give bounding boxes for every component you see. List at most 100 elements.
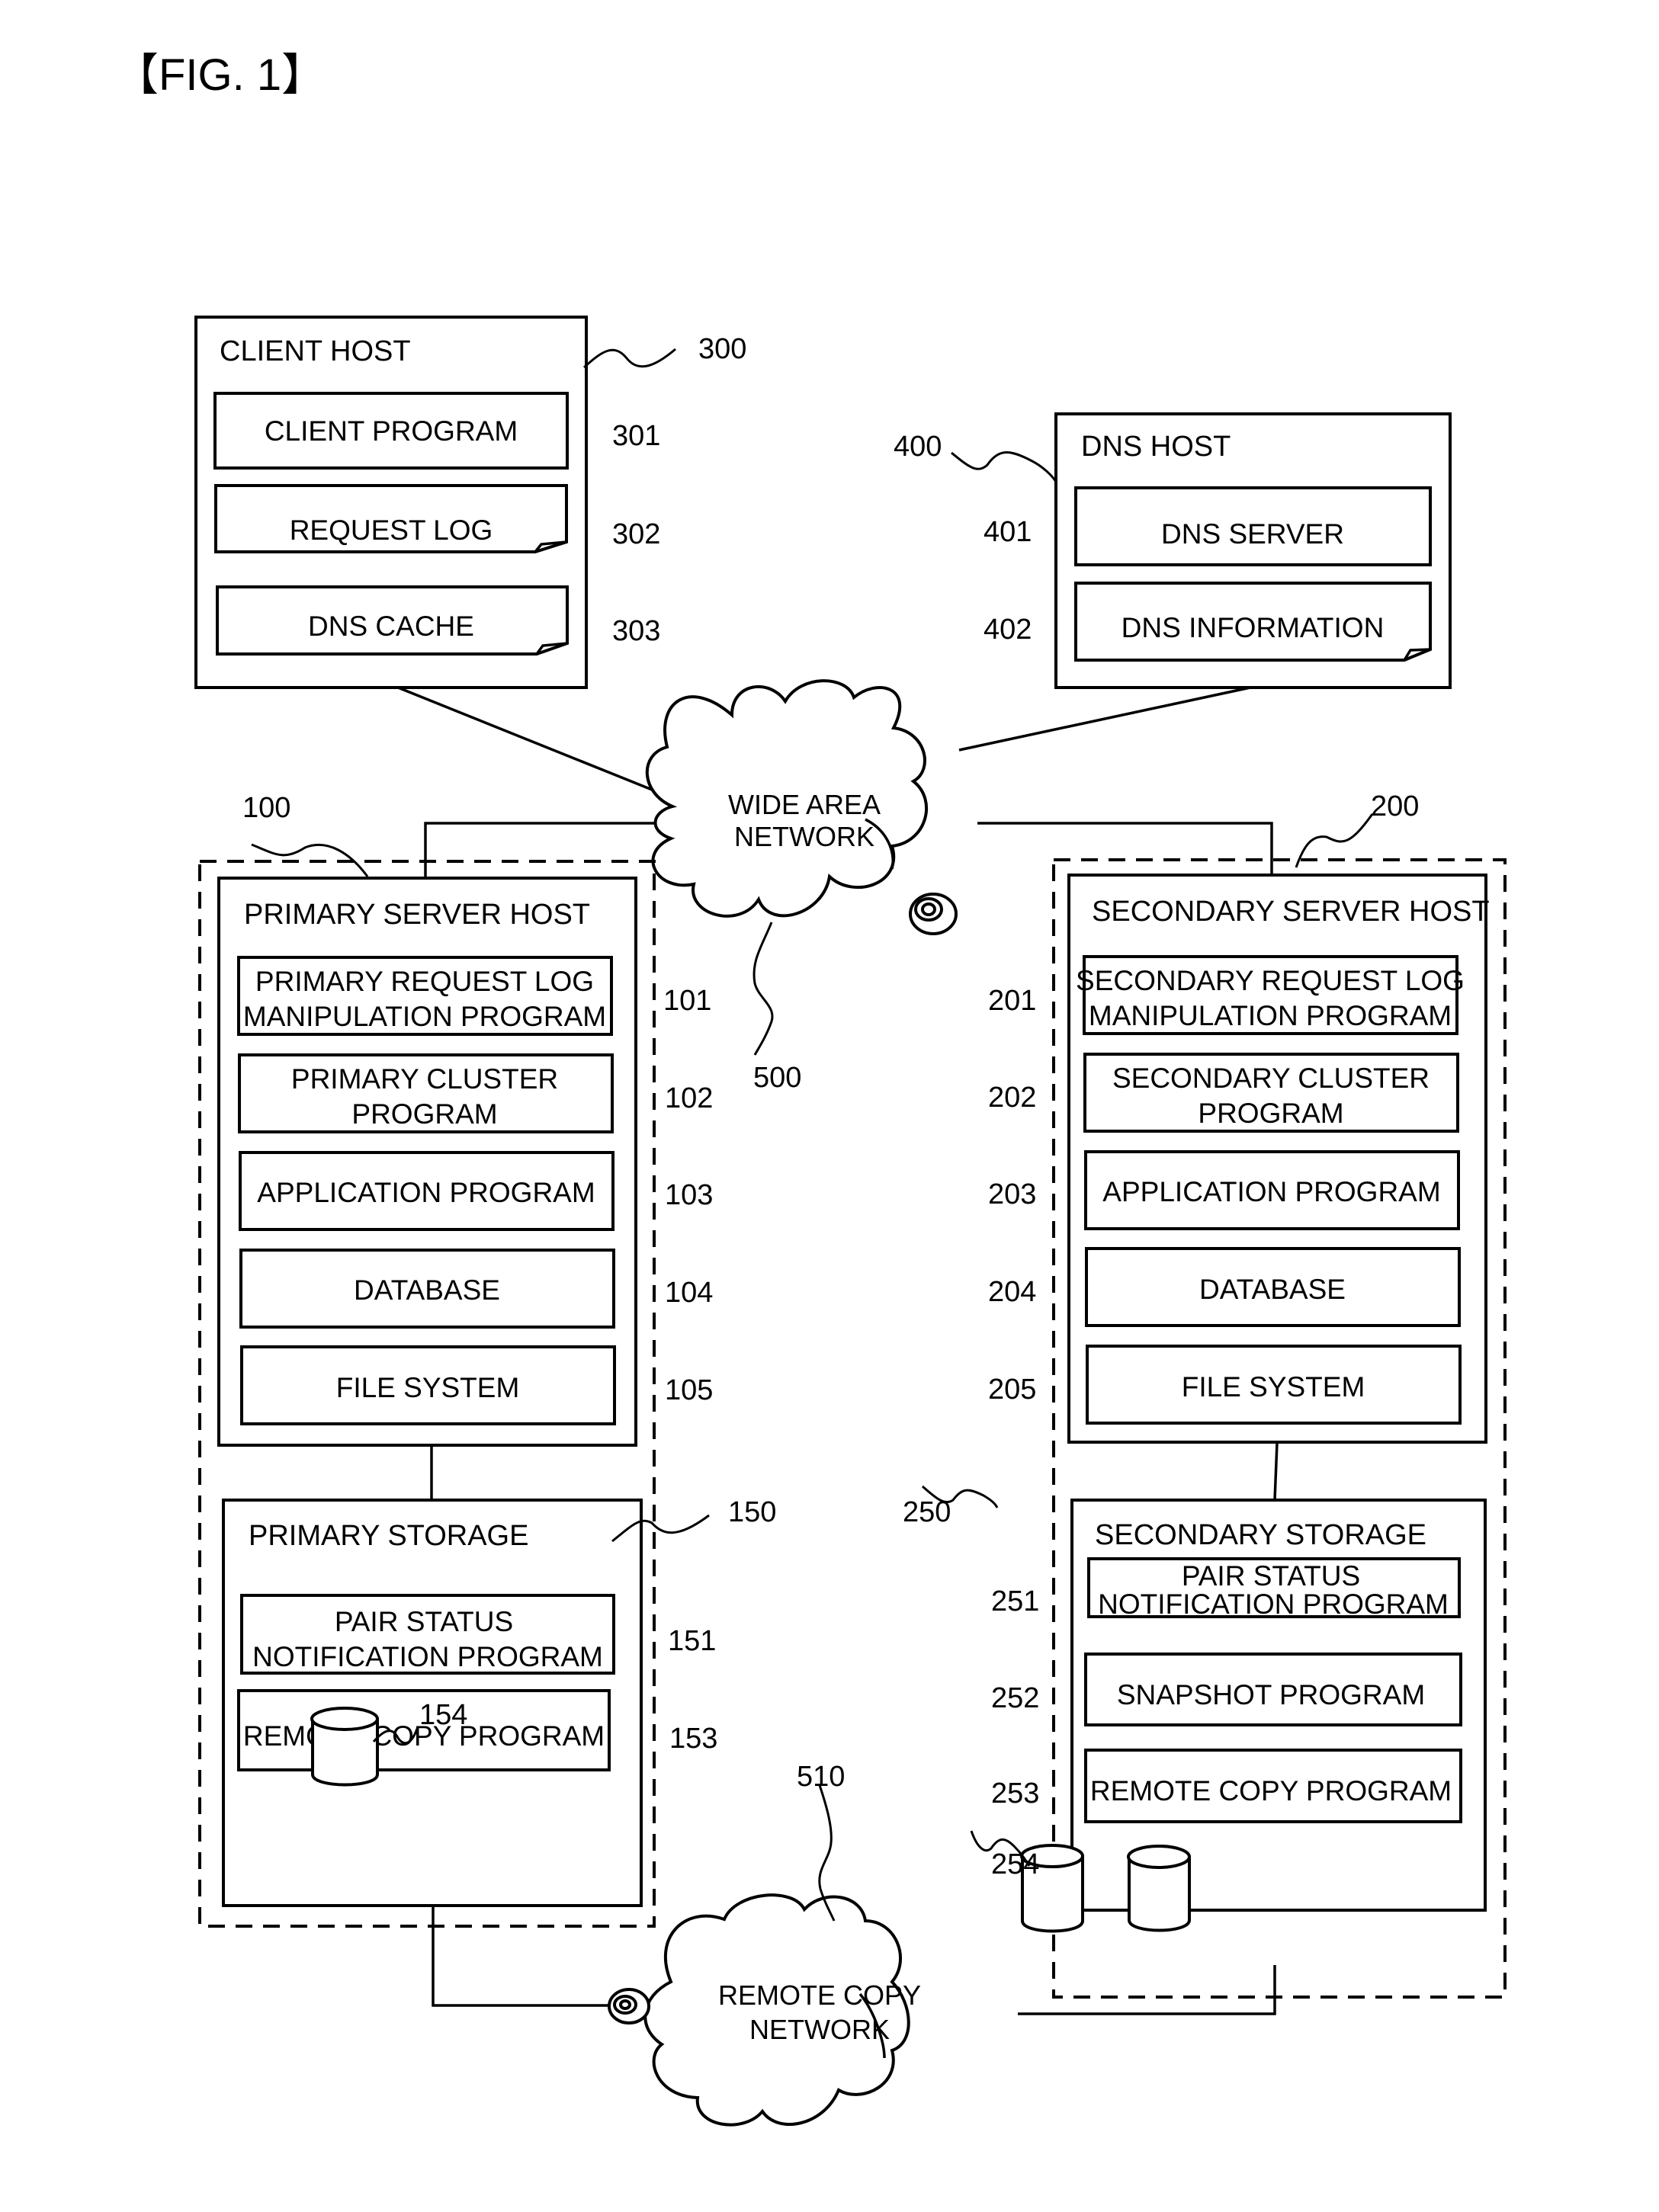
- secondary-volume-2-top: [1127, 1845, 1191, 1869]
- ref-251: 251: [991, 1585, 1039, 1617]
- primary-volume-icon: [310, 1707, 379, 1787]
- secondary-site: 200 SECONDARY SERVER HOST SECONDARY REQU…: [903, 790, 1507, 1999]
- secondary-server-item: APPLICATION PROGRAM 203: [988, 1150, 1460, 1230]
- secondary-pair-status-label-2: NOTIFICATION PROGRAM: [1098, 1588, 1449, 1620]
- secondary-server-item: SECONDARY CLUSTER PROGRAM 202: [988, 1053, 1459, 1133]
- client-host: CLIENT HOST CLIENT PROGRAM REQUEST LOG D…: [194, 316, 746, 689]
- wan-label-line1: WIDE AREA: [728, 789, 881, 820]
- secondary-pair-status-label-1: PAIR STATUS: [1182, 1560, 1360, 1592]
- secondary-snapshot-label: SNAPSHOT PROGRAM: [1117, 1679, 1425, 1710]
- ref-400-leader: [951, 451, 1057, 482]
- secondary-database-label: DATABASE: [1199, 1274, 1346, 1305]
- wan-port-center: [921, 902, 936, 916]
- primary-volume-top: [310, 1707, 379, 1731]
- ref-153: 153: [669, 1723, 717, 1755]
- secondary-server-item: FILE SYSTEM 205: [988, 1345, 1462, 1425]
- primary-database-label: DATABASE: [354, 1274, 500, 1306]
- secondary-cluster-label-1: SECONDARY CLUSTER: [1112, 1063, 1430, 1094]
- secondary-storage-item: PAIR STATUS NOTIFICATION PROGRAM 251: [991, 1557, 1461, 1620]
- ref-205: 205: [988, 1374, 1036, 1406]
- dns-cache-label: DNS CACHE: [308, 611, 474, 642]
- rcn-label-line1: REMOTE COPY: [718, 1980, 921, 2011]
- primary-pair-status-label-1: PAIR STATUS: [335, 1606, 513, 1637]
- client-program-label: CLIENT PROGRAM: [265, 415, 518, 447]
- primary-server-item: FILE SYSTEM 105: [240, 1345, 713, 1425]
- primary-file-system-label: FILE SYSTEM: [336, 1372, 520, 1403]
- ref-103: 103: [665, 1179, 713, 1211]
- ref-104: 104: [665, 1277, 713, 1309]
- dns-server-label: DNS SERVER: [1161, 518, 1344, 550]
- secondary-file-system-label: FILE SYSTEM: [1182, 1371, 1365, 1403]
- ref-500-leader: [752, 922, 774, 1056]
- wan-label-line2: NETWORK: [734, 821, 874, 852]
- ref-151: 151: [668, 1625, 716, 1657]
- primary-application-label: APPLICATION PROGRAM: [257, 1177, 595, 1208]
- ref-253: 253: [991, 1778, 1039, 1810]
- wan-secondary-link: [977, 822, 1273, 878]
- dns-host: DNS HOST DNS SERVER DNS INFORMATION 401 …: [894, 412, 1452, 689]
- ref-400: 400: [894, 431, 942, 463]
- dns-wan-link: [958, 686, 1251, 752]
- primary-site: 100 PRIMARY SERVER HOST PRIMARY REQUEST …: [198, 792, 776, 1928]
- secondary-storage-rcn-link: [1018, 1965, 1276, 2015]
- dns-information-label: DNS INFORMATION: [1122, 612, 1385, 643]
- rcn-label-line2: NETWORK: [749, 2014, 890, 2045]
- ref-100: 100: [242, 792, 290, 824]
- secondary-application-label: APPLICATION PROGRAM: [1102, 1176, 1440, 1207]
- rcn-port-center: [619, 1999, 631, 2010]
- ref-200: 200: [1371, 790, 1419, 822]
- primary-server-item: PRIMARY CLUSTER PROGRAM 102: [238, 1053, 713, 1133]
- ref-202: 202: [988, 1082, 1036, 1114]
- ref-102: 102: [665, 1082, 713, 1114]
- ref-250: 250: [903, 1496, 951, 1528]
- secondary-remote-copy-label: REMOTE COPY PROGRAM: [1090, 1775, 1452, 1806]
- ref-500: 500: [753, 1062, 801, 1094]
- ref-300-leader: [582, 348, 676, 369]
- secondary-server-item: DATABASE 204: [988, 1247, 1461, 1327]
- ref-302: 302: [612, 518, 660, 550]
- primary-storage-item: PAIR STATUS NOTIFICATION PROGRAM 151: [240, 1594, 716, 1675]
- ref-204: 204: [988, 1276, 1036, 1308]
- secondary-storage-item: REMOTE COPY PROGRAM 253: [991, 1749, 1462, 1823]
- secondary-request-log-label-2: MANIPULATION PROGRAM: [1089, 1000, 1452, 1031]
- primary-storage-title: PRIMARY STORAGE: [249, 1520, 528, 1552]
- figure-label: 【FIG. 1】: [114, 50, 326, 100]
- primary-pair-status-label-2: NOTIFICATION PROGRAM: [252, 1641, 603, 1672]
- secondary-storage-title: SECONDARY STORAGE: [1095, 1519, 1426, 1551]
- system-diagram: 【FIG. 1】 CLIENT HOST CLIENT PROGRAM REQU…: [114, 50, 1507, 2127]
- primary-cluster-label-1: PRIMARY CLUSTER: [291, 1063, 558, 1095]
- wan-primary-link: [424, 822, 654, 878]
- ref-105: 105: [665, 1374, 713, 1406]
- secondary-request-log-label-1: SECONDARY REQUEST LOG: [1076, 965, 1465, 996]
- ref-510: 510: [797, 1761, 845, 1793]
- primary-storage-rcn-link: [432, 1906, 610, 2007]
- ref-203: 203: [988, 1178, 1036, 1210]
- ref-300: 300: [698, 333, 746, 365]
- ref-401: 401: [984, 516, 1032, 548]
- secondary-server-item: SECONDARY REQUEST LOG MANIPULATION PROGR…: [988, 955, 1465, 1035]
- secondary-cluster-label-2: PROGRAM: [1198, 1098, 1343, 1129]
- primary-cluster-label-2: PROGRAM: [351, 1098, 497, 1130]
- primary-storage-item: REMOTE COPY PROGRAM 153: [237, 1689, 717, 1771]
- ref-101: 101: [663, 985, 711, 1017]
- ref-154: 154: [419, 1699, 467, 1731]
- wide-area-network: WIDE AREA NETWORK 500: [645, 679, 958, 1094]
- primary-request-log-label-2: MANIPULATION PROGRAM: [243, 1001, 606, 1032]
- dns-host-title: DNS HOST: [1081, 431, 1231, 463]
- secondary-server-storage-link: [1273, 1442, 1279, 1501]
- secondary-storage-item: SNAPSHOT PROGRAM 252: [991, 1653, 1462, 1726]
- remote-copy-network: REMOTE COPY NETWORK 510: [608, 1761, 921, 2127]
- primary-server-item: APPLICATION PROGRAM 103: [239, 1151, 713, 1231]
- client-wan-link: [397, 686, 664, 796]
- ref-252: 252: [991, 1682, 1039, 1714]
- primary-server-host-title: PRIMARY SERVER HOST: [244, 899, 590, 931]
- primary-server-item: DATABASE 104: [239, 1249, 713, 1329]
- secondary-volume-icon: [1127, 1845, 1191, 1932]
- request-log-label: REQUEST LOG: [290, 515, 493, 546]
- ref-303: 303: [612, 615, 660, 647]
- ref-301: 301: [612, 420, 660, 452]
- ref-402: 402: [984, 614, 1032, 646]
- ref-150: 150: [728, 1496, 776, 1528]
- secondary-server-host-title: SECONDARY SERVER HOST: [1092, 896, 1490, 928]
- primary-server-item: PRIMARY REQUEST LOG MANIPULATION PROGRAM…: [237, 956, 711, 1036]
